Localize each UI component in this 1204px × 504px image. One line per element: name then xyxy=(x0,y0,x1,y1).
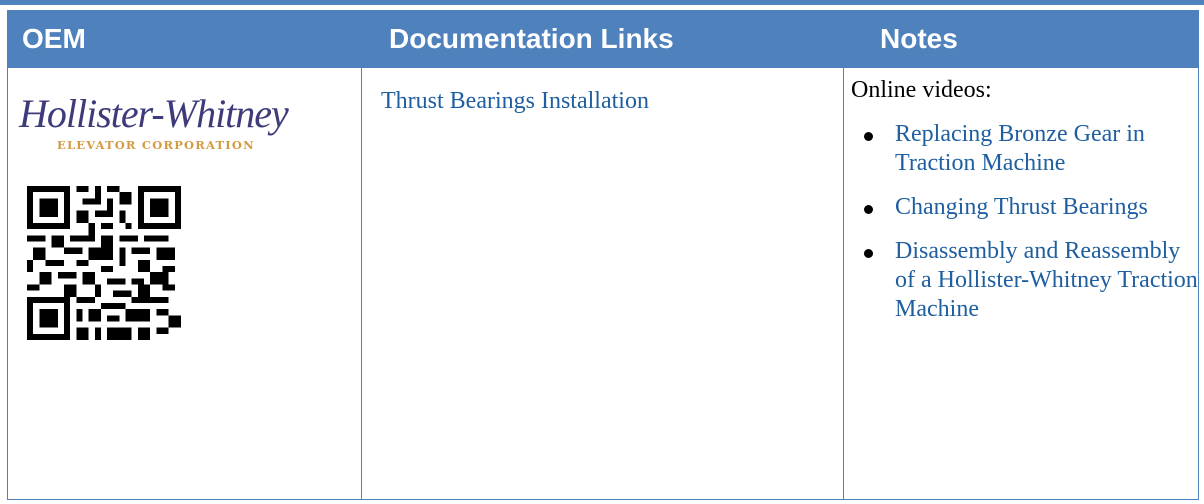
documentation-cell: Thrust Bearings Installation xyxy=(361,68,844,500)
bullet-icon xyxy=(864,205,873,214)
notes-title: Online videos: xyxy=(851,77,992,103)
video-link-disassembly[interactable]: Disassembly and Reassembly of a Holliste… xyxy=(895,237,1198,324)
header-oem: OEM xyxy=(7,10,362,68)
bullet-icon xyxy=(864,132,873,141)
notes-cell: Online videos: Replacing Bronze Gear in … xyxy=(843,68,1199,500)
table-header-row: OEM Documentation Links Notes xyxy=(7,10,1199,68)
logo-subtitle: ELEVATOR CORPORATION xyxy=(57,138,255,152)
header-notes: Notes xyxy=(843,10,1199,68)
video-link-bronze-gear[interactable]: Replacing Bronze Gear in Traction Machin… xyxy=(895,120,1198,178)
list-item: Disassembly and Reassembly of a Holliste… xyxy=(844,237,1198,324)
video-link-thrust-bearings[interactable]: Changing Thrust Bearings xyxy=(895,193,1198,222)
oem-documentation-table: OEM Documentation Links Notes Hollister-… xyxy=(7,10,1199,500)
oem-cell: Hollister-Whitney ELEVATOR CORPORATION xyxy=(7,68,362,500)
logo-wordmark: Hollister-Whitney xyxy=(19,91,289,136)
bullet-icon xyxy=(864,249,873,258)
qr-code-icon[interactable] xyxy=(27,186,181,340)
list-item: Replacing Bronze Gear in Traction Machin… xyxy=(844,120,1198,178)
table-row: Hollister-Whitney ELEVATOR CORPORATION T… xyxy=(7,68,1199,500)
top-rule xyxy=(0,0,1204,5)
video-list: Replacing Bronze Gear in Traction Machin… xyxy=(844,120,1198,324)
thrust-bearings-installation-link[interactable]: Thrust Bearings Installation xyxy=(381,88,843,115)
list-item: Changing Thrust Bearings xyxy=(844,193,1198,222)
hollister-whitney-logo: Hollister-Whitney ELEVATOR CORPORATION xyxy=(19,91,319,153)
header-documentation-links: Documentation Links xyxy=(361,10,844,68)
